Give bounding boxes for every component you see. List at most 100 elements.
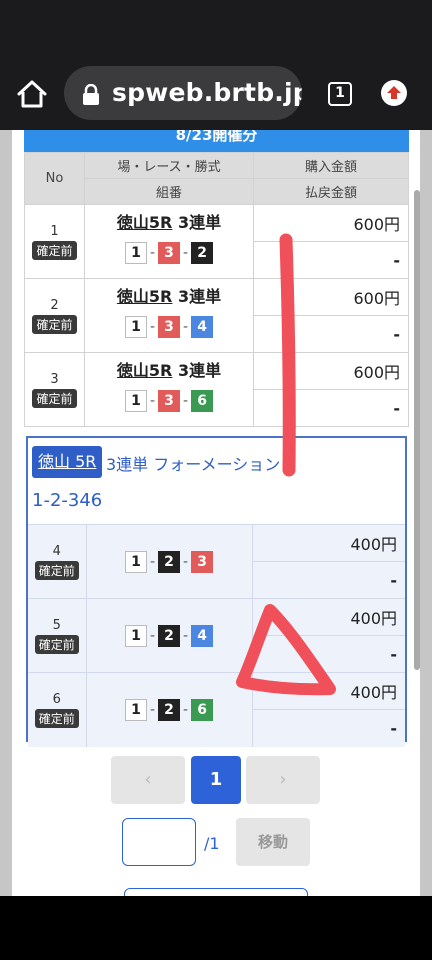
pagination: ‹ 1 › — [12, 756, 420, 806]
row-no: 4 確定前 — [28, 524, 87, 599]
status-badge: 確定前 — [34, 634, 79, 654]
scrollbar[interactable] — [414, 190, 420, 670]
header-race-info: 場・レース・勝式 — [84, 152, 254, 179]
venue-link[interactable]: 徳山 5R — [38, 452, 96, 471]
current-page-button[interactable]: 1 — [191, 756, 241, 804]
page-total: /1 — [204, 834, 220, 853]
status-badge: 確定前 — [32, 314, 77, 334]
race-cell: 徳山5R 3連単 1- 3- 4 — [84, 278, 254, 353]
purchase-amount: 400円 — [252, 598, 405, 636]
status-badge: 確定前 — [34, 560, 79, 580]
purchase-amount: 400円 — [252, 524, 405, 562]
table-row: 4 確定前 1- 2- 3 400円 — [28, 524, 405, 599]
boat-number: 3 — [158, 242, 180, 264]
boat-number: 1 — [124, 698, 147, 721]
header-purchase-amount: 購入金額 — [253, 152, 409, 179]
payout-amount: - — [252, 635, 405, 673]
venue-link[interactable]: 徳山5R — [117, 287, 172, 306]
combo-cell: 1- 2- 4 — [86, 598, 253, 673]
formation-group: 徳山 5R 3連単 フォーメーション 1-2-346 4 確定前 1- 2- 3 — [26, 436, 407, 747]
row-number: 2 — [50, 297, 59, 313]
combination: 1- 2- 3 — [87, 550, 252, 573]
header-no: No — [24, 152, 85, 205]
boat-number: 1 — [124, 242, 147, 264]
combination: 1- 3- 4 — [85, 316, 253, 338]
payout-amount: - — [253, 241, 409, 279]
table-row: 5 確定前 1- 2- 4 400円 — [28, 598, 405, 673]
table-row: 1 確定前 徳山5R 3連単 1- 3- 2 600円 — [24, 204, 409, 279]
boat-number: 1 — [124, 390, 147, 412]
header-combination: 組番 — [84, 178, 254, 205]
purchase-amount: 600円 — [253, 278, 409, 316]
payout-amount: - — [252, 561, 405, 599]
boat-number: 1 — [124, 624, 147, 647]
formation-table: 4 確定前 1- 2- 3 400円 - 5 確定前 1 - 2 - 4 400… — [28, 524, 405, 747]
boat-number: 1 — [124, 316, 147, 338]
row-number: 6 — [52, 691, 61, 707]
payout-amount: - — [253, 389, 409, 427]
boat-number: 3 — [158, 316, 180, 338]
formation-header: 徳山 5R 3連単 フォーメーション 1-2-346 — [28, 438, 405, 524]
page-jump: /1 移動 — [12, 818, 420, 868]
bet-type: 3連単 — [177, 361, 222, 380]
tab-switcher-button[interactable]: 1 — [328, 82, 352, 106]
page-number-input[interactable] — [122, 818, 196, 866]
boat-number: 2 — [158, 624, 180, 647]
purchase-amount: 600円 — [253, 352, 409, 390]
bottom-button[interactable] — [124, 888, 308, 896]
combo-cell: 1- 2- 3 — [86, 524, 253, 599]
payout-amount: - — [252, 709, 405, 747]
row-no: 3 確定前 — [24, 352, 85, 427]
row-number: 1 — [50, 223, 59, 239]
row-no: 2 確定前 — [24, 278, 85, 353]
jump-button[interactable]: 移動 — [236, 818, 310, 866]
home-icon[interactable] — [14, 76, 50, 112]
combination: 1- 2- 6 — [87, 698, 252, 721]
row-number: 4 — [52, 543, 61, 559]
status-badge: 確定前 — [32, 240, 77, 260]
combination: 1- 3- 6 — [85, 390, 253, 412]
row-no: 1 確定前 — [24, 204, 85, 279]
bet-history-table: No 場・レース・勝式 購入金額 組番 払戻金額 1 確定前 徳山5R 3連単 … — [24, 152, 409, 427]
table-row: 2 確定前 徳山5R 3連単 1- 3- 4 600円 — [24, 278, 409, 353]
boat-number: 2 — [191, 242, 214, 264]
url-bar[interactable]: spweb.brtb.jp/ — [64, 66, 302, 120]
status-badge: 確定前 — [32, 388, 77, 408]
lock-icon — [82, 83, 100, 110]
boat-number: 6 — [191, 698, 214, 721]
race-cell: 徳山5R 3連単 1- 3- 6 — [84, 352, 254, 427]
combination: 1- 2- 4 — [87, 624, 252, 647]
combination: 1- 3- 2 — [85, 242, 253, 264]
status-bar — [0, 0, 432, 56]
race-cell: 徳山5R 3連単 1- 3- 2 — [84, 204, 254, 279]
payout-amount: - — [253, 315, 409, 353]
boat-number: 2 — [158, 698, 180, 721]
boat-number: 1 — [124, 550, 147, 573]
boat-number: 6 — [191, 390, 214, 412]
table-row: 3 確定前 徳山5R 3連単 1- 3- 6 600円 — [24, 352, 409, 427]
next-page-button[interactable]: › — [246, 756, 320, 804]
url-text: spweb.brtb.jp/ — [112, 78, 302, 107]
formation-combo: 1-2-346 — [32, 490, 103, 511]
status-badge: 確定前 — [34, 708, 79, 728]
formation-bet-type: 3連単 フォーメーション — [106, 455, 281, 474]
boat-number: 3 — [158, 390, 180, 412]
prev-page-button[interactable]: ‹ — [111, 756, 185, 804]
boat-number: 2 — [158, 550, 180, 573]
bet-type: 3連単 — [177, 213, 222, 232]
venue-chip[interactable]: 徳山 5R — [32, 446, 103, 478]
boat-number: 4 — [191, 316, 214, 338]
row-no: 5 確定前 — [28, 598, 87, 673]
row-number: 5 — [52, 617, 61, 633]
page-background: 8/23開催分 No 場・レース・勝式 購入金額 組番 払戻金額 1 確定前 徳… — [0, 130, 432, 896]
purchase-amount: 400円 — [252, 672, 405, 710]
venue-link[interactable]: 徳山5R — [117, 361, 172, 380]
row-no: 6 確定前 — [28, 672, 87, 747]
bet-type: 3連単 — [177, 287, 222, 306]
update-icon[interactable] — [381, 80, 407, 106]
boat-number: 3 — [191, 550, 214, 573]
venue-link[interactable]: 徳山5R — [117, 213, 172, 232]
combo-cell: 1- 2- 6 — [86, 672, 253, 747]
date-banner: 8/23開催分 — [24, 130, 409, 152]
purchase-amount: 600円 — [253, 204, 409, 242]
